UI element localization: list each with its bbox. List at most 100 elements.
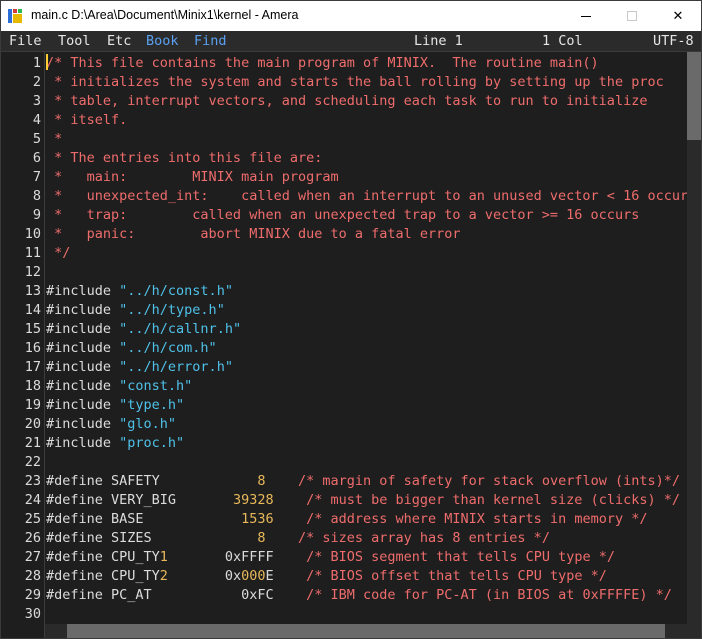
code-line[interactable]: #define SAFETY 8 /* margin of safety for…	[46, 472, 680, 491]
close-button[interactable]: ✕	[655, 1, 701, 31]
code-line[interactable]: #define CPU_TY1 0xFFFF /* BIOS segment t…	[46, 548, 615, 567]
line-number: 18	[24, 378, 41, 394]
line-number: 2	[32, 74, 41, 90]
code-line[interactable]: #include "../h/type.h"	[46, 301, 225, 320]
code-line[interactable]: * table, interrupt vectors, and scheduli…	[46, 92, 647, 111]
menu-etc[interactable]: Etc	[107, 33, 131, 49]
code-token: "../h/type.h"	[119, 302, 225, 318]
code-line[interactable]: */	[46, 244, 70, 263]
code-token: * unexpected_int: called when an interru…	[46, 188, 687, 204]
code-line[interactable]: #include "type.h"	[46, 396, 184, 415]
code-token: FC	[257, 587, 274, 603]
code-line[interactable]: #include "glo.h"	[46, 415, 176, 434]
status-encoding[interactable]: UTF-8	[653, 33, 694, 49]
code-token: #define PC_AT 0x	[46, 587, 258, 603]
menu-book[interactable]: Book	[146, 33, 179, 49]
code-line[interactable]: #include "../h/com.h"	[46, 339, 217, 358]
code-token: 1536	[241, 511, 274, 527]
line-number: 12	[24, 264, 41, 280]
code-token: * main: MINIX main program	[46, 169, 339, 185]
code-line[interactable]: * itself.	[46, 111, 127, 130]
line-number: 15	[24, 321, 41, 337]
line-number: 6	[32, 150, 41, 166]
code-line[interactable]: /* This file contains the main program o…	[46, 54, 599, 73]
maximize-button[interactable]	[609, 1, 655, 31]
code-token: #include	[46, 397, 120, 413]
code-token: #define BASE	[46, 511, 242, 527]
code-line[interactable]: * unexpected_int: called when an interru…	[46, 187, 687, 206]
code-line[interactable]: * main: MINIX main program	[46, 168, 339, 187]
code-line[interactable]: #include "proc.h"	[46, 434, 184, 453]
code-line[interactable]: * panic: abort MINIX due to a fatal erro…	[46, 225, 461, 244]
code-token: * table, interrupt vectors, and scheduli…	[46, 93, 648, 109]
code-token: 0x	[167, 549, 242, 565]
line-number: 20	[24, 416, 41, 432]
code-token: /* This file contains the main program o…	[46, 55, 599, 71]
code-line[interactable]: #define PC_AT 0xFC /* IBM code for PC-AT…	[46, 586, 672, 605]
line-number: 26	[24, 530, 41, 546]
code-line[interactable]: #include "const.h"	[46, 377, 192, 396]
code-line[interactable]: * initializes the system and starts the …	[46, 73, 664, 92]
code-token: /* sizes array has 8 entries */	[297, 530, 550, 546]
code-token: /* margin of safety for stack overflow (…	[297, 473, 680, 489]
app-logo-icon	[8, 9, 24, 23]
code-line[interactable]: *	[46, 130, 62, 149]
minimize-button[interactable]	[563, 1, 609, 31]
code-token: 0x	[167, 568, 242, 584]
line-number: 14	[24, 302, 41, 318]
line-number: 8	[32, 188, 41, 204]
code-token: * itself.	[46, 112, 128, 128]
code-line[interactable]: * The entries into this file are:	[46, 149, 322, 168]
code-line[interactable]: * trap: called when an unexpected trap t…	[46, 206, 639, 225]
status-col[interactable]: 1 Col	[542, 33, 583, 49]
maximize-icon	[627, 11, 637, 21]
line-number: 1	[32, 55, 41, 71]
code-token: 000	[241, 568, 266, 584]
code-line[interactable]: #define SIZES 8 /* sizes array has 8 ent…	[46, 529, 550, 548]
code-token: #include	[46, 321, 120, 337]
vertical-scroll-thumb[interactable]	[687, 52, 701, 140]
line-number: 22	[24, 454, 41, 470]
horizontal-scrollbar[interactable]	[45, 624, 687, 638]
code-area[interactable]: /* This file contains the main program o…	[46, 52, 687, 624]
window-title: main.c D:\Area\Document\Minix1\kernel - …	[31, 8, 299, 22]
code-token: #define SIZES	[46, 530, 258, 546]
code-line[interactable]: #define VERY_BIG 39328 /* must be bigger…	[46, 491, 680, 510]
editor-window: main.c D:\Area\Document\Minix1\kernel - …	[0, 0, 702, 639]
status-line[interactable]: Line 1	[414, 33, 463, 49]
code-token: * panic: abort MINIX due to a fatal erro…	[46, 226, 461, 242]
line-number: 27	[24, 549, 41, 565]
code-line[interactable]: #include "../h/error.h"	[46, 358, 233, 377]
menu-tool[interactable]: Tool	[58, 33, 91, 49]
menu-bar: File Tool Etc Book Find Line 1 1 Col UTF…	[1, 31, 701, 52]
code-token: * trap: called when an unexpected trap t…	[46, 207, 640, 223]
code-token: 2	[159, 568, 168, 584]
horizontal-scroll-thumb[interactable]	[67, 624, 665, 638]
code-token: #define SAFETY	[46, 473, 258, 489]
code-token: "../h/error.h"	[119, 359, 233, 375]
code-token: "../h/callnr.h"	[119, 321, 242, 337]
code-line[interactable]: #define CPU_TY2 0x000E /* BIOS offset th…	[46, 567, 607, 586]
code-editor[interactable]: 1 2 3 4 5 6 7 8 9 10 11 12 13 14 15 16 17 18 19 20 21 22 23 24 2…	[1, 52, 687, 624]
line-number: 9	[32, 207, 41, 223]
line-number-gutter: 1 2 3 4 5 6 7 8 9 10 11 12 13 14 15 16 17 18 19 20 21 22 23 24 2…	[1, 52, 45, 624]
menu-find[interactable]: Find	[194, 33, 227, 49]
code-line[interactable]: #include "../h/const.h"	[46, 282, 233, 301]
code-token: #include	[46, 435, 120, 451]
code-token: * initializes the system and starts the …	[46, 74, 664, 90]
code-token: #include	[46, 378, 120, 394]
menu-file[interactable]: File	[9, 33, 42, 49]
line-number: 23	[24, 473, 41, 489]
code-line[interactable]: #include "../h/callnr.h"	[46, 320, 241, 339]
vertical-scrollbar[interactable]	[687, 52, 701, 624]
line-number: 13	[24, 283, 41, 299]
code-token: #define CPU_TY	[46, 549, 160, 565]
code-token: #include	[46, 283, 120, 299]
code-token: #include	[46, 416, 120, 432]
line-number: 3	[32, 93, 41, 109]
code-line[interactable]: #define BASE 1536 /* address where MINIX…	[46, 510, 647, 529]
title-bar[interactable]: main.c D:\Area\Document\Minix1\kernel - …	[1, 1, 701, 31]
